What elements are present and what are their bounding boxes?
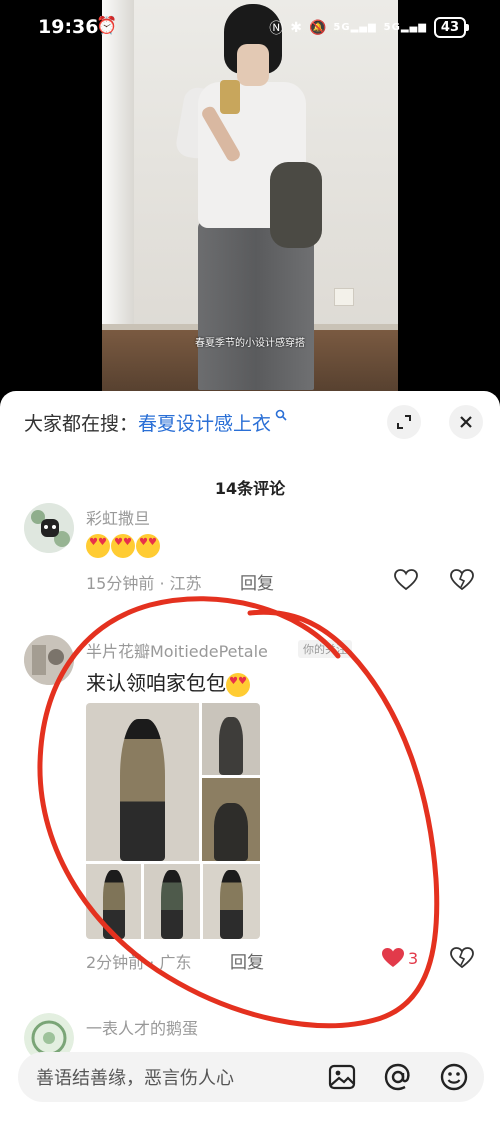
reply-button[interactable]: 回复 (240, 569, 274, 594)
close-button[interactable] (449, 405, 483, 439)
comment-input-bar (18, 1052, 484, 1102)
comment-image[interactable] (202, 703, 260, 775)
expand-button[interactable] (387, 405, 421, 439)
comment-image-grid[interactable] (86, 703, 260, 939)
network-label-2: 5G (383, 22, 401, 33)
heart-eyes-emoji (111, 533, 135, 558)
like-icon[interactable] (393, 567, 419, 593)
trending-search-prefix: 大家都在搜： (24, 413, 139, 435)
image-icon[interactable] (327, 1062, 357, 1092)
blush-emoji (226, 672, 250, 697)
avatar[interactable] (24, 635, 74, 685)
dislike-icon[interactable] (449, 945, 475, 971)
alarm-icon: ⏰ (96, 16, 118, 36)
video-socket (334, 288, 354, 306)
comment-count: 14条评论 (214, 479, 286, 498)
comment-image[interactable] (86, 864, 141, 939)
emoji-icon[interactable] (439, 1062, 469, 1092)
comment-author[interactable]: 一表人才的鹅蛋 (86, 1015, 198, 1039)
video-player[interactable]: 春夏季节的小设计感穿搭 (102, 0, 398, 394)
status-icons: Ⓝ ✱ 🔕 5G▂▄▆ 5G▂▄▆ 43 (269, 17, 470, 38)
heart-eyes-emoji (86, 533, 110, 558)
comment-time-location: 15分钟前 · 江苏 (86, 574, 202, 593)
status-time: 19:36 (38, 16, 99, 38)
expand-icon (397, 415, 411, 429)
reply-button[interactable]: 回复 (230, 948, 264, 973)
following-badge: 你的关注 (298, 640, 352, 658)
comment-sheet: 大家都在搜：春夏设计感上衣 14条评论 彩虹撒旦 15分钟前 · 江苏 回复 (0, 391, 500, 1121)
comment-image[interactable] (202, 778, 260, 861)
signal-icon: 5G▂▄▆ (333, 22, 377, 33)
comment-author[interactable]: 半片花瓣MoitiedePetale (86, 638, 268, 662)
search-icon (271, 409, 287, 424)
mute-icon: 🔕 (308, 19, 327, 36)
liked-heart-icon[interactable] (380, 945, 406, 971)
dislike-icon[interactable] (449, 567, 475, 593)
image-figure (102, 870, 125, 939)
image-figure (119, 718, 166, 861)
comment-image[interactable] (86, 703, 199, 861)
avatar-image (24, 635, 74, 685)
video-bag (270, 162, 322, 248)
comment-text-content: 来认领咱家包包 (86, 671, 226, 695)
comment-text: 来认领咱家包包 (86, 667, 251, 697)
close-icon (460, 416, 472, 428)
trending-search-term[interactable]: 春夏设计感上衣 (138, 413, 271, 435)
video-caption: 春夏季节的小设计感穿搭 (195, 338, 305, 349)
image-figure (219, 717, 243, 775)
trending-search[interactable]: 大家都在搜：春夏设计感上衣 (24, 409, 287, 436)
comment-input[interactable] (34, 1062, 318, 1094)
like-count: 3 (408, 949, 419, 968)
bluetooth-icon: ✱ (290, 19, 302, 36)
battery-indicator: 43 (433, 17, 470, 38)
nfc-icon: Ⓝ (269, 20, 284, 37)
status-bar: 19:36 ⏰ Ⓝ ✱ 🔕 5G▂▄▆ 5G▂▄▆ 43 (0, 0, 500, 56)
image-figure (220, 870, 243, 939)
mention-icon[interactable] (383, 1062, 413, 1092)
image-figure (160, 870, 184, 939)
network-label: 5G (333, 22, 351, 33)
avatar-image (24, 503, 74, 553)
video-phone (220, 80, 240, 114)
heart-eyes-emoji (136, 533, 160, 558)
comment-image[interactable] (144, 864, 200, 939)
comment-author[interactable]: 彩虹撒旦 (86, 505, 150, 529)
comment-image[interactable] (203, 864, 260, 939)
avatar[interactable] (24, 503, 74, 553)
comment-time-location: 2分钟前 · 广东 (86, 953, 192, 972)
image-figure (213, 802, 249, 861)
comment-emojis (86, 532, 161, 558)
signal-icon-2: 5G▂▄▆ (383, 22, 427, 33)
